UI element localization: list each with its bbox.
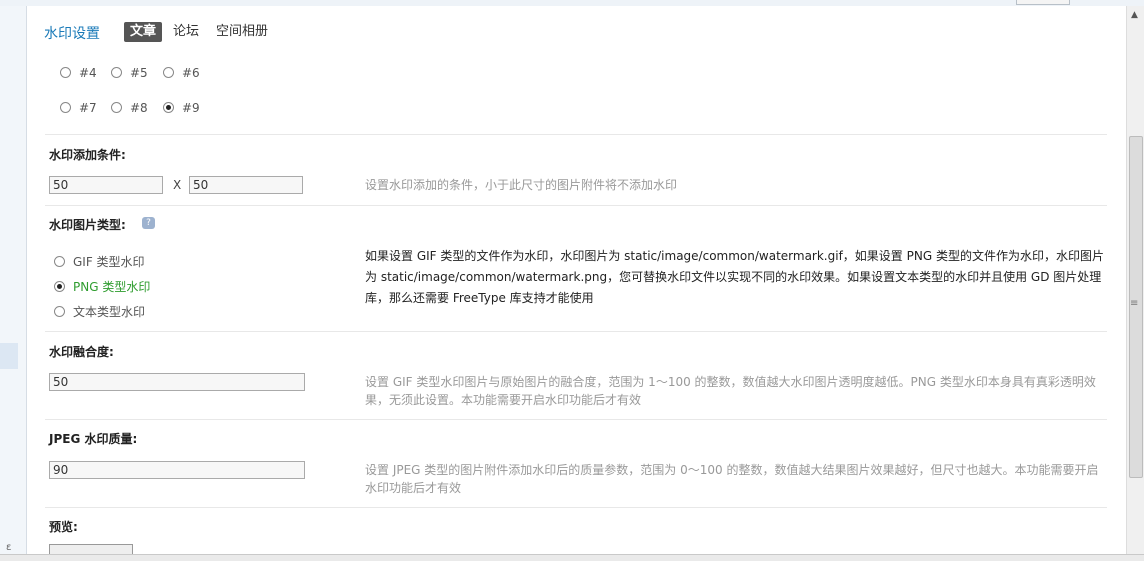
position-label: #4 bbox=[79, 66, 97, 80]
preview-button[interactable] bbox=[49, 544, 133, 554]
scroll-up-icon[interactable]: ▲ bbox=[1131, 10, 1138, 20]
tab-space-album[interactable]: 空间相册 bbox=[216, 22, 268, 42]
position-radio-9[interactable] bbox=[163, 102, 174, 113]
imagetype-radio-png[interactable] bbox=[54, 281, 65, 292]
preview-label: 预览: bbox=[49, 520, 78, 534]
position-option-7[interactable]: #7 bbox=[60, 101, 97, 115]
position-label: #7 bbox=[79, 101, 97, 115]
imagetype-option-png[interactable]: PNG 类型水印 bbox=[54, 278, 150, 295]
condition-tip: 设置水印添加的条件，小于此尺寸的图片附件将不添加水印 bbox=[365, 178, 678, 192]
divider bbox=[45, 331, 1107, 332]
position-radio-4[interactable] bbox=[60, 67, 71, 78]
main-content: 水印设置 文章 论坛 空间相册 #4 #5 #6 #7 #8 #9 水印添加条件… bbox=[27, 6, 1126, 554]
blend-label: 水印融合度: bbox=[49, 345, 114, 359]
imagetype-label: 水印图片类型: bbox=[49, 218, 126, 232]
position-option-4[interactable]: #4 bbox=[60, 66, 97, 80]
imagetype-option-text[interactable]: 文本类型水印 bbox=[54, 303, 145, 320]
imagetype-option-label: GIF 类型水印 bbox=[73, 255, 145, 269]
question-icon[interactable]: ? bbox=[142, 217, 155, 229]
position-label: #8 bbox=[130, 101, 148, 115]
divider bbox=[45, 507, 1107, 508]
position-radio-6[interactable] bbox=[163, 67, 174, 78]
position-radio-8[interactable] bbox=[111, 102, 122, 113]
imagetype-radio-text[interactable] bbox=[54, 306, 65, 317]
top-frame-box bbox=[1016, 0, 1070, 5]
divider bbox=[45, 134, 1107, 135]
position-radio-7[interactable] bbox=[60, 102, 71, 113]
page-title: 水印设置 bbox=[44, 26, 100, 42]
left-nav-marker: ε bbox=[6, 542, 12, 553]
tab-article[interactable]: 文章 bbox=[124, 22, 163, 42]
position-option-5[interactable]: #5 bbox=[111, 66, 148, 80]
position-option-8[interactable]: #8 bbox=[111, 101, 148, 115]
blend-tip: 设置 GIF 类型水印图片与原始图片的融合度，范围为 1～100 的整数，数值越… bbox=[365, 375, 1096, 407]
position-option-6[interactable]: #6 bbox=[163, 66, 200, 80]
position-label: #5 bbox=[130, 66, 148, 80]
position-label: #6 bbox=[182, 66, 200, 80]
position-radio-5[interactable] bbox=[111, 67, 122, 78]
condition-label: 水印添加条件: bbox=[49, 148, 126, 162]
imagetype-option-label: 文本类型水印 bbox=[73, 305, 146, 319]
quality-label: JPEG 水印质量: bbox=[49, 432, 138, 446]
imagetype-option-gif[interactable]: GIF 类型水印 bbox=[54, 253, 145, 270]
scrollbar-grip-icon: ≡ bbox=[1130, 298, 1139, 309]
quality-tip: 设置 JPEG 类型的图片附件添加水印后的质量参数，范围为 0～100 的整数，… bbox=[365, 463, 1099, 495]
tab-forum[interactable]: 论坛 bbox=[173, 22, 199, 42]
position-label: #9 bbox=[182, 101, 200, 115]
blend-input[interactable] bbox=[49, 373, 305, 391]
left-nav-frame: ε bbox=[0, 6, 27, 554]
imagetype-radio-gif[interactable] bbox=[54, 256, 65, 267]
divider bbox=[45, 419, 1107, 420]
vertical-scrollbar[interactable]: ▲ ≡ bbox=[1126, 6, 1144, 554]
position-option-9[interactable]: #9 bbox=[163, 101, 200, 115]
imagetype-tip: 如果设置 GIF 类型的文件作为水印，水印图片为 static/image/co… bbox=[365, 249, 1104, 305]
condition-height-input[interactable] bbox=[189, 176, 303, 194]
divider bbox=[45, 205, 1107, 206]
quality-input[interactable] bbox=[49, 461, 305, 479]
imagetype-option-label: PNG 类型水印 bbox=[73, 280, 151, 294]
condition-separator: X bbox=[173, 178, 182, 192]
left-nav-selected-item[interactable] bbox=[0, 343, 18, 369]
condition-width-input[interactable] bbox=[49, 176, 163, 194]
